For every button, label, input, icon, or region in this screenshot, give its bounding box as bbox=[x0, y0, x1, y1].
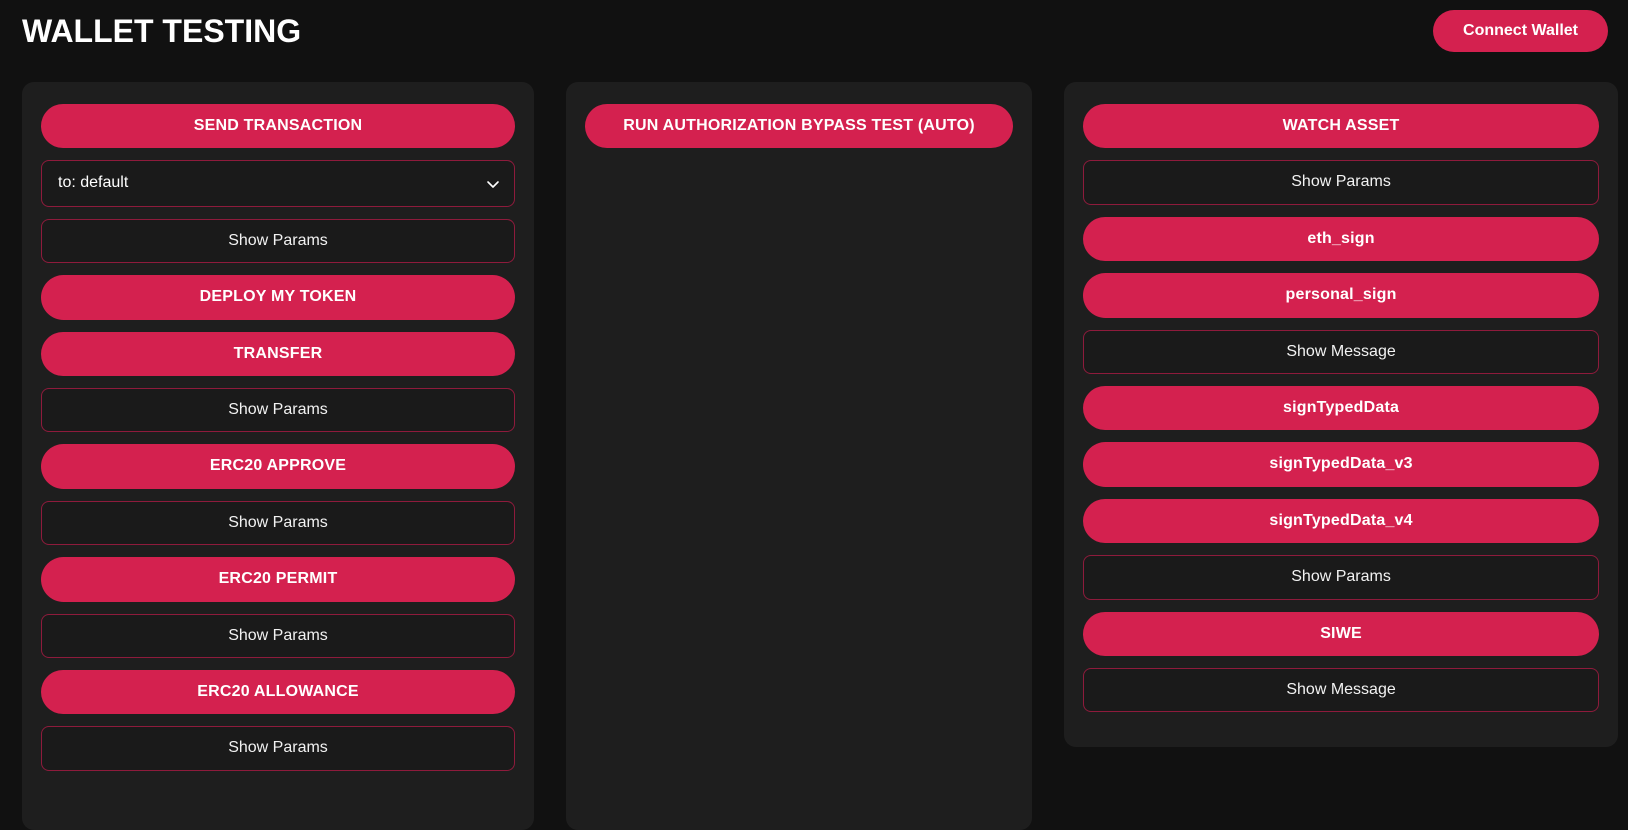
sign-typed-data-button[interactable]: signTypedData bbox=[1083, 385, 1599, 431]
personal-sign-button[interactable]: personal_sign bbox=[1083, 273, 1599, 318]
show-params-transfer-button[interactable]: Show Params bbox=[41, 387, 515, 433]
deploy-my-token-button[interactable]: DEPLOY MY TOKEN bbox=[41, 275, 515, 320]
show-message-personal-sign-button[interactable]: Show Message bbox=[1083, 329, 1599, 374]
test-panels-container: SEND TRANSACTION to: default Show Params DE… bbox=[0, 62, 1628, 830]
show-params-sign-typed-data-button[interactable]: Show Params bbox=[1083, 555, 1599, 600]
signing-tests-panel: WATCH ASSET Show Params eth_sign personal_s… bbox=[1064, 82, 1618, 747]
show-message-siwe-button[interactable]: Show Message bbox=[1083, 667, 1599, 713]
show-params-erc20-allowance-button[interactable]: Show Params bbox=[41, 726, 515, 771]
signing-tests-list: WATCH ASSET Show Params eth_sign personal_s… bbox=[1083, 104, 1599, 713]
authorization-tests-list: RUN AUTHORIZATION BYPASS TEST (AUTO) bbox=[585, 104, 1014, 149]
connect-wallet-button[interactable]: Connect Wallet bbox=[1433, 10, 1608, 52]
send-transaction-button[interactable]: SEND TRANSACTION bbox=[41, 104, 515, 149]
transaction-tests-list: SEND TRANSACTION to: default Show Params DE… bbox=[41, 104, 515, 771]
sign-typed-data-v4-button[interactable]: signTypedData_v4 bbox=[1083, 498, 1599, 544]
erc20-allowance-button[interactable]: ERC20 ALLOWANCE bbox=[41, 669, 515, 715]
send-transaction-to-select[interactable]: to: default bbox=[41, 160, 515, 207]
show-params-send-transaction-button[interactable]: Show Params bbox=[41, 218, 515, 264]
run-authorization-bypass-test-button[interactable]: RUN AUTHORIZATION BYPASS TEST (AUTO) bbox=[585, 104, 1014, 149]
transaction-tests-panel: SEND TRANSACTION to: default Show Params DE… bbox=[22, 82, 534, 830]
sign-typed-data-v3-button[interactable]: signTypedData_v3 bbox=[1083, 442, 1599, 487]
erc20-approve-button[interactable]: ERC20 APPROVE bbox=[41, 444, 515, 489]
show-params-watch-asset-button[interactable]: Show Params bbox=[1083, 160, 1599, 205]
page-title: WALLET TESTING bbox=[22, 12, 302, 49]
app-header: WALLET TESTING Connect Wallet bbox=[0, 0, 1628, 62]
show-params-erc20-approve-button[interactable]: Show Params bbox=[41, 500, 515, 546]
transfer-button[interactable]: TRANSFER bbox=[41, 331, 515, 376]
watch-asset-button[interactable]: WATCH ASSET bbox=[1083, 104, 1599, 149]
eth-sign-button[interactable]: eth_sign bbox=[1083, 216, 1599, 262]
siwe-button[interactable]: SIWE bbox=[1083, 611, 1599, 656]
erc20-permit-button[interactable]: ERC20 PERMIT bbox=[41, 557, 515, 602]
show-params-erc20-permit-button[interactable]: Show Params bbox=[41, 613, 515, 658]
authorization-tests-panel: RUN AUTHORIZATION BYPASS TEST (AUTO) bbox=[566, 82, 1033, 830]
send-transaction-to-select-wrapper: to: default bbox=[41, 160, 515, 207]
